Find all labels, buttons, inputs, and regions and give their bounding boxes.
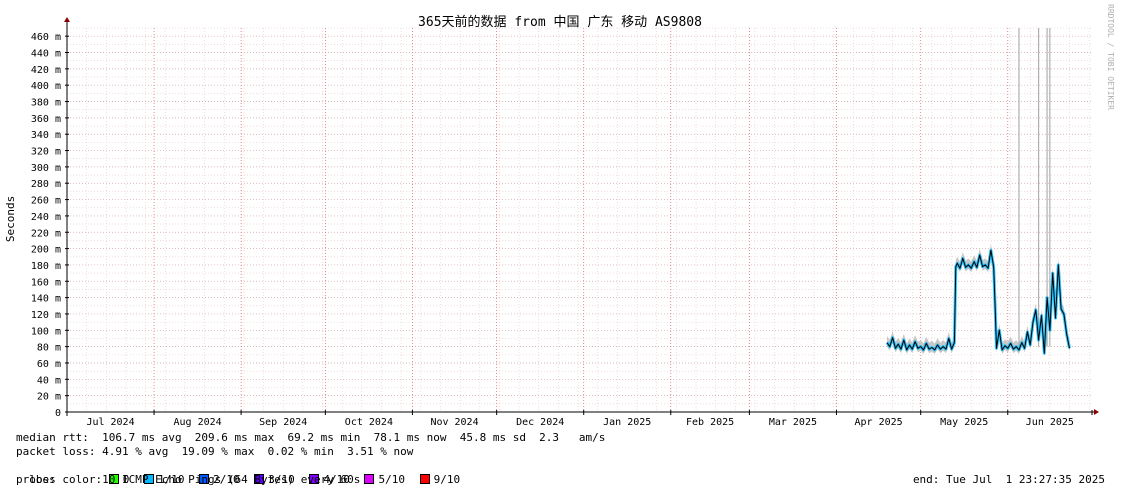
y-tick-label: 40 m [37,375,61,386]
watermark: RRDTOOL / TOBI OETIKER [1106,4,1115,110]
y-tick-label: 240 m [31,212,61,223]
x-tick-label: Dec 2024 [516,417,564,428]
y-tick-label: 20 m [37,392,61,403]
y-tick-label: 140 m [31,294,61,305]
y-tick-label: 180 m [31,261,61,272]
chart-title: 365天前的数据 from 中国 广东 移动 AS9808 [418,14,702,30]
y-tick-label: 440 m [31,49,61,60]
chart: 365天前的数据 from 中国 广东 移动 AS9808 Seconds RR… [4,4,1115,428]
x-tick-label: Feb 2025 [686,417,734,428]
y-tick-label: 80 m [37,343,61,354]
median-rtt-stats: median rtt: 106.7 ms avg 209.6 ms max 69… [16,431,606,444]
y-tick-label: 160 m [31,277,61,288]
x-tick-label: Jul 2024 [86,417,134,428]
y-axis-label: Seconds [4,196,17,242]
y-tick-label: 60 m [37,359,61,370]
y-tick-label: 320 m [31,147,61,158]
x-tick-label: Jun 2025 [1026,417,1074,428]
y-tick-label: 0 [55,408,61,419]
x-tick-label: Nov 2024 [430,417,478,428]
y-tick-label: 300 m [31,163,61,174]
end-time: end: Tue Jul 1 23:27:35 2025 [912,473,1105,486]
y-tick-label: 100 m [31,326,61,337]
x-tick-label: Mar 2025 [769,417,817,428]
loss-color-item: 9/10 [413,473,460,486]
y-tick-label: 420 m [31,65,61,76]
x-tick-label: Jan 2025 [603,417,651,428]
loss-color-text: 5/10 [378,473,405,486]
y-tick-label: 120 m [31,310,61,321]
x-tick-label: Oct 2024 [345,417,393,428]
y-tick-label: 260 m [31,196,61,207]
loss-color-item: 5/10 [358,473,405,486]
loss-color-text: 9/10 [433,473,461,486]
y-tick-label: 200 m [31,245,61,256]
x-tick-label: Apr 2025 [854,417,902,428]
y-tick-label: 220 m [31,228,61,239]
y-tick-label: 460 m [31,32,61,43]
y-tick-label: 360 m [31,114,61,125]
loss-color-swatch [364,474,375,484]
loss-color-swatch [419,474,430,484]
x-tick-label: Aug 2024 [173,417,221,428]
packet-loss-stats: packet loss: 4.91 % avg 19.09 % max 0.02… [16,445,414,458]
x-tick-label: Sep 2024 [259,417,307,428]
x-axis-arrow [1094,409,1099,415]
y-tick-label: 340 m [31,130,61,141]
y-tick-label: 400 m [31,81,61,92]
y-tick-label: 380 m [31,98,61,109]
x-tick-label: May 2025 [940,417,988,428]
grid [67,27,1092,412]
probe-info: probe: 10 ICMP Echo Pings (64 Bytes) eve… [16,473,361,486]
y-axis-arrow [64,17,70,22]
axes: 0 20 m 40 m 60 m 80 m 100 m 120 m 140 m 160 m 180… [31,17,1099,428]
plot-area [885,28,1071,358]
y-tick-label: 280 m [31,179,61,190]
